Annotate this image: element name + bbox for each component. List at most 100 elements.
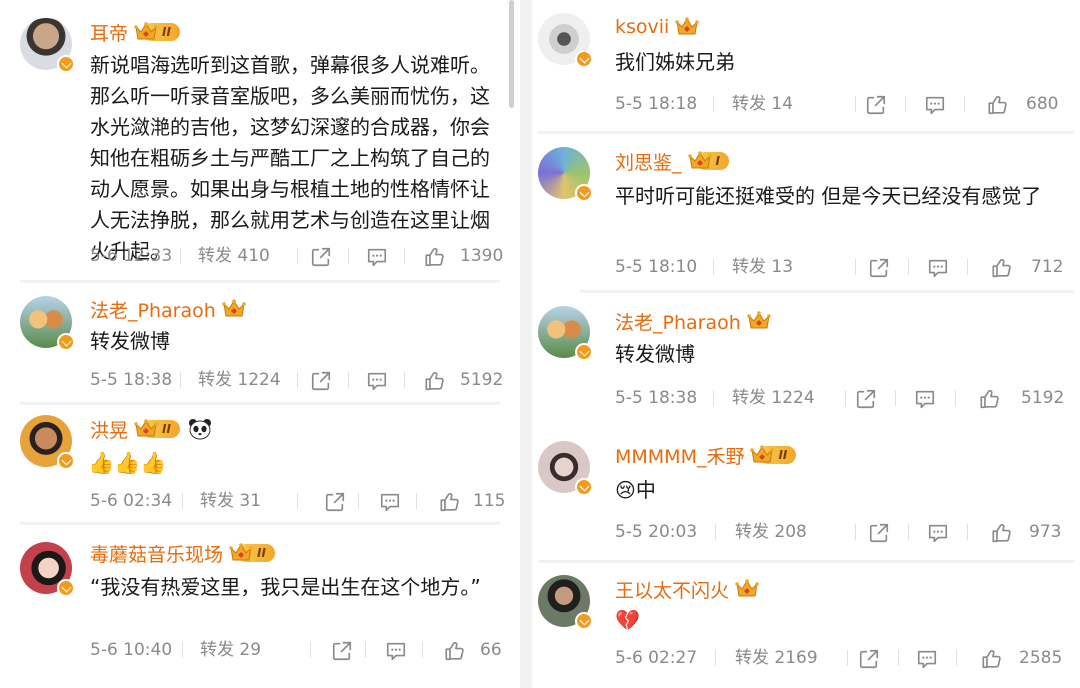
repost-button[interactable]: 转发 1224	[732, 385, 815, 411]
avatar[interactable]	[538, 575, 593, 630]
verified-badge-icon	[575, 612, 593, 630]
timestamp: 5-6 10:40	[90, 640, 173, 660]
comment-item: 耳帝 II 新说唱海选听到这首歌，弹幕很多人说难听。那么听一听录音室版吧，多么美…	[0, 0, 520, 280]
repost-button[interactable]: 转发 410	[198, 243, 270, 269]
comment-icon[interactable]	[366, 370, 388, 392]
comment-item: 法老_Pharaoh 转发微博 5-5 18:38 转发 1224 5192	[532, 293, 1080, 427]
username[interactable]: 洪晃	[90, 416, 128, 443]
like-count: 2585	[1019, 648, 1063, 668]
avatar[interactable]	[538, 441, 593, 496]
action-bar: 5-5 18:38 转发 1224 5192	[90, 367, 510, 393]
crown-icon	[134, 419, 158, 439]
like-count: 66	[480, 640, 502, 660]
crown-icon	[134, 22, 158, 42]
comment-item: MMMMM_禾野 II 😢中 5-5 20:03 转发 208 973	[532, 428, 1080, 561]
avatar[interactable]	[20, 542, 75, 597]
comment-feed-collage: 耳帝 II 新说唱海选听到这首歌，弹幕很多人说难听。那么听一听录音室版吧，多么美…	[0, 0, 1080, 688]
repost-button[interactable]: 转发 2169	[735, 645, 818, 671]
action-bar: 5-5 18:10 转发 13 712	[615, 254, 1075, 280]
like-count: 5192	[460, 370, 504, 390]
repost-button[interactable]: 转发 29	[200, 637, 261, 663]
thumbs-up-icon[interactable]	[991, 257, 1013, 279]
share-icon[interactable]	[858, 648, 880, 670]
thumbs-up-icon[interactable]	[979, 388, 1001, 410]
action-bar: 5-5 18:18 转发 14 680	[615, 91, 1075, 117]
comment-item: 毒蘑菇音乐现场 II “我没有热爱这里，我只是出生在这个地方。” 5-6 10:…	[0, 525, 520, 688]
right-column: ksovii 我们姊妹兄弟 5-5 18:18 转发 14 680 刘思鉴_ I…	[532, 0, 1080, 688]
column-gap	[520, 0, 532, 688]
comment-item: 刘思鉴_ I 平时听可能还挺难受的 但是今天已经没有感觉了 5-5 18:10 …	[532, 134, 1080, 292]
username[interactable]: 毒蘑菇音乐现场	[90, 540, 223, 567]
repost-button[interactable]: 转发 14	[732, 91, 793, 117]
action-bar: 5-6 12:33 转发 410 1390	[90, 243, 510, 269]
username[interactable]: 法老_Pharaoh	[615, 308, 741, 335]
membership-badge: I	[688, 151, 729, 171]
timestamp: 5-6 12:33	[90, 246, 173, 266]
share-icon[interactable]	[855, 388, 877, 410]
verified-badge-icon	[57, 55, 75, 73]
verified-badge-icon	[57, 333, 75, 351]
timestamp: 5-5 18:38	[90, 370, 173, 390]
timestamp: 5-5 18:38	[615, 388, 698, 408]
username[interactable]: 耳帝	[90, 19, 128, 46]
timestamp: 5-5 20:03	[615, 522, 698, 542]
like-count: 5192	[1021, 388, 1065, 408]
comment-icon[interactable]	[366, 246, 388, 268]
avatar[interactable]	[20, 18, 75, 73]
thumbs-up-icon[interactable]	[424, 246, 446, 268]
repost-button[interactable]: 转发 208	[735, 519, 807, 545]
verified-badge-icon	[575, 343, 593, 361]
comment-icon[interactable]	[927, 522, 949, 544]
comment-icon[interactable]	[385, 640, 407, 662]
comment-text: “我没有热爱这里，我只是出生在这个地方。”	[90, 575, 481, 599]
like-count: 712	[1031, 257, 1064, 277]
avatar[interactable]	[538, 13, 593, 68]
username[interactable]: 王以太不闪火	[615, 576, 729, 603]
crown-icon	[750, 445, 774, 465]
thumbs-up-icon[interactable]	[981, 648, 1003, 670]
action-bar: 5-5 18:38 转发 1224 5192	[615, 385, 1075, 411]
comment-icon[interactable]	[379, 491, 401, 513]
comment-icon[interactable]	[916, 648, 938, 670]
emoji-text: 👍👍👍	[88, 451, 167, 475]
share-icon[interactable]	[331, 640, 353, 662]
share-icon[interactable]	[865, 94, 887, 116]
thumbs-up-icon[interactable]	[987, 94, 1009, 116]
username[interactable]: 刘思鉴_	[615, 148, 682, 175]
username[interactable]: 法老_Pharaoh	[90, 296, 216, 323]
thumbs-up-icon[interactable]	[439, 491, 461, 513]
thumbs-up-icon[interactable]	[424, 370, 446, 392]
share-icon[interactable]	[310, 370, 332, 392]
share-icon[interactable]	[868, 257, 890, 279]
repost-button[interactable]: 转发 13	[732, 254, 793, 280]
repost-button[interactable]: 转发 31	[200, 488, 261, 514]
username[interactable]: ksovii	[615, 16, 669, 38]
repost-button[interactable]: 转发 1224	[198, 367, 281, 393]
membership-badge: II	[229, 543, 275, 563]
membership-badge: II	[134, 419, 180, 439]
comment-icon[interactable]	[924, 94, 946, 116]
comment-item: 洪晃 II 👍👍👍 5-6 02:34 转发 31 115	[0, 405, 520, 523]
thumbs-up-icon[interactable]	[991, 522, 1013, 544]
crown-icon	[229, 543, 253, 563]
comment-text: 我们姊妹兄弟	[615, 50, 735, 74]
avatar[interactable]	[538, 306, 593, 361]
username[interactable]: MMMMM_禾野	[615, 442, 744, 469]
comment-icon[interactable]	[914, 388, 936, 410]
avatar[interactable]	[20, 415, 75, 470]
thumbs-up-icon[interactable]	[444, 640, 466, 662]
timestamp: 5-5 18:18	[615, 94, 698, 114]
like-count: 973	[1029, 522, 1062, 542]
share-icon[interactable]	[868, 522, 890, 544]
membership-badge: II	[134, 22, 180, 42]
panda-icon	[188, 418, 212, 440]
share-icon[interactable]	[310, 246, 332, 268]
crown-icon	[688, 151, 712, 171]
comment-icon[interactable]	[927, 257, 949, 279]
avatar[interactable]	[20, 296, 75, 351]
action-bar: 5-6 10:40 转发 29 66	[90, 637, 510, 663]
avatar[interactable]	[538, 147, 593, 202]
action-bar: 5-6 02:34 转发 31 115	[90, 488, 510, 514]
timestamp: 5-5 18:10	[615, 257, 698, 277]
share-icon[interactable]	[324, 491, 346, 513]
